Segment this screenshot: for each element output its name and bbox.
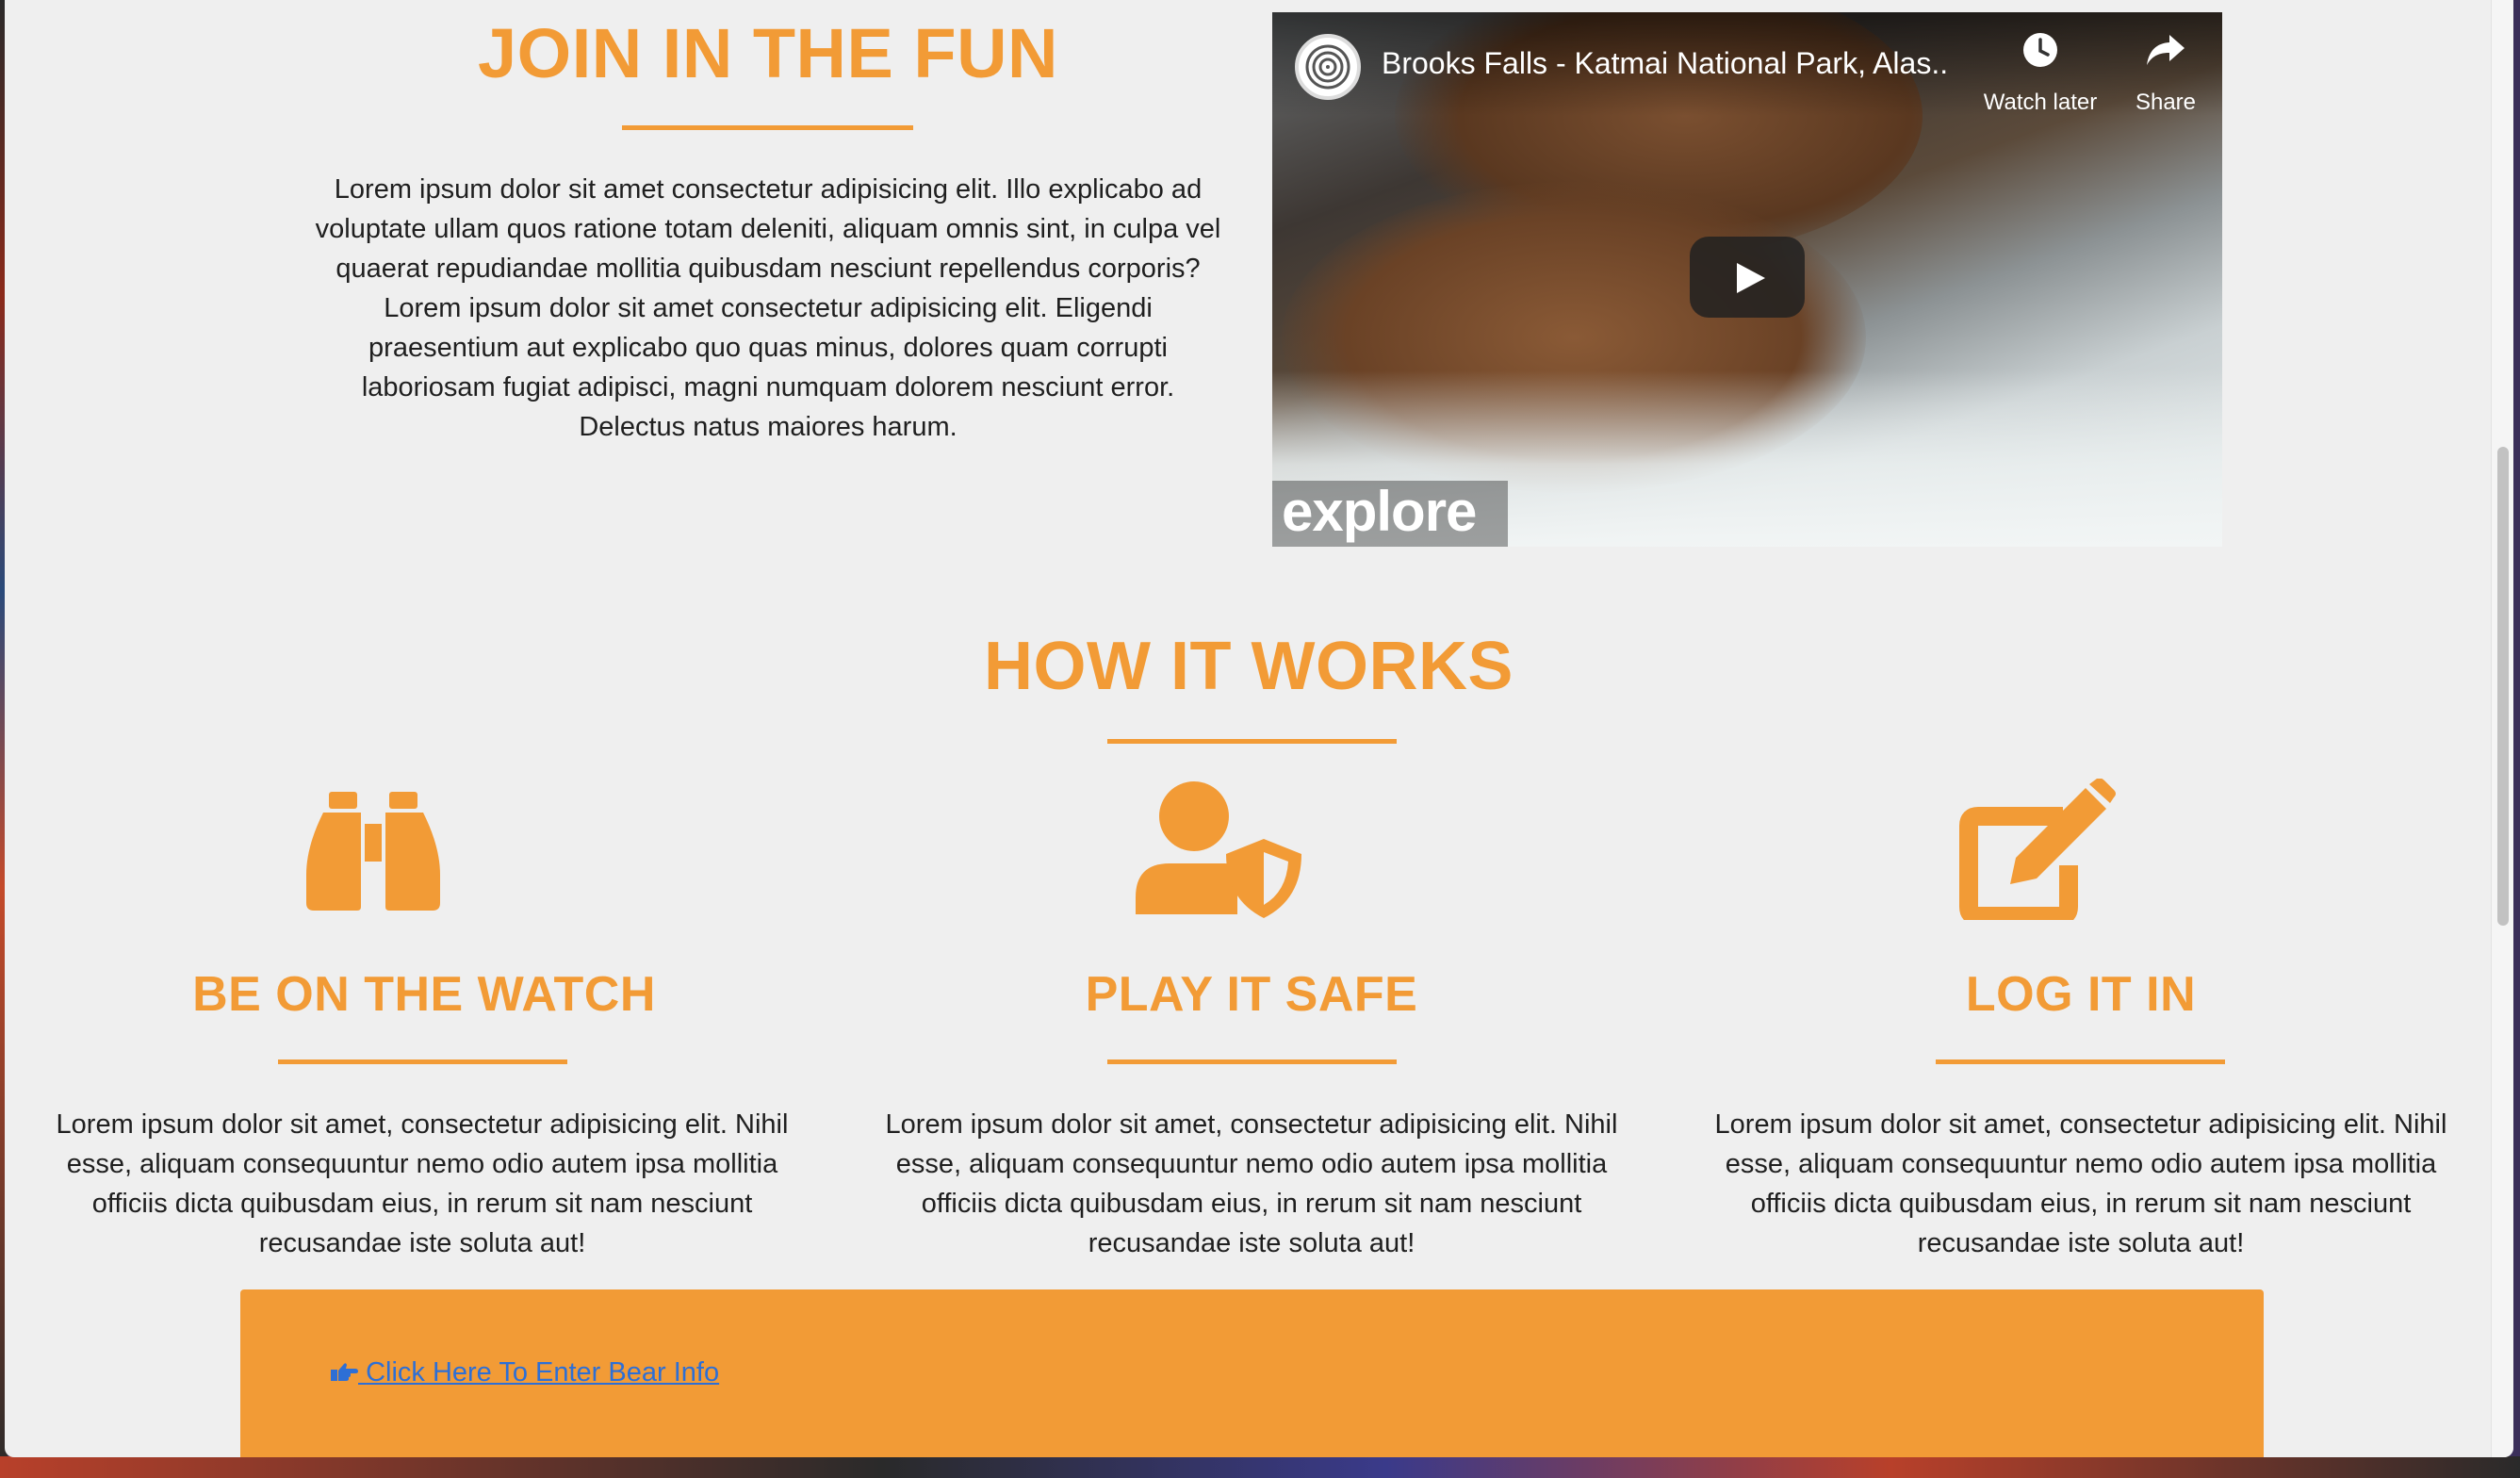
share-arrow-icon: [2100, 31, 2222, 78]
join-paragraph: Lorem ipsum dolor sit amet consectetur a…: [315, 174, 1221, 442]
channel-logo-icon: [1305, 44, 1350, 90]
share-button[interactable]: Share: [2100, 31, 2222, 116]
scrollbar-thumb[interactable]: [2497, 447, 2509, 926]
play-icon: [1737, 263, 1765, 293]
column-title: LOG IT IN: [1965, 967, 2197, 1022]
how-it-works-title: HOW IT WORKS: [984, 629, 1514, 704]
join-title: JOIN IN THE FUN: [478, 14, 1058, 92]
join-title-underline: [622, 125, 913, 130]
watch-later-button[interactable]: Watch later: [1974, 31, 2106, 116]
share-label: Share: [2135, 90, 2197, 115]
watch-later-label: Watch later: [1983, 90, 2098, 115]
how-it-works-underline: [1107, 739, 1397, 744]
vertical-scrollbar[interactable]: [2491, 0, 2513, 1457]
channel-avatar-icon[interactable]: [1295, 34, 1361, 100]
column-paragraph: Lorem ipsum dolor sit amet, consectetur …: [885, 1109, 1618, 1258]
user-shield-icon: [1134, 780, 1305, 925]
column-underline: [278, 1059, 567, 1064]
column-title: BE ON THE WATCH: [192, 967, 656, 1022]
column-paragraph: Lorem ipsum dolor sit amet, consectetur …: [56, 1109, 789, 1258]
hand-point-right-icon: [330, 1357, 366, 1388]
column-underline: [1936, 1059, 2225, 1064]
enter-bear-info-label: Click Here To Enter Bear Info: [366, 1357, 720, 1388]
clock-icon: [1974, 31, 2106, 78]
youtube-video-embed[interactable]: Brooks Falls - Katmai National Park, Ala…: [1272, 12, 2222, 547]
video-title[interactable]: Brooks Falls - Katmai National Park, Ala…: [1382, 46, 1947, 81]
play-button[interactable]: [1690, 237, 1805, 318]
enter-bear-info-link[interactable]: Click Here To Enter Bear Info: [330, 1357, 719, 1388]
column-paragraph: Lorem ipsum dolor sit amet, consectetur …: [1714, 1109, 2447, 1258]
explore-watermark: explore: [1272, 481, 1508, 547]
desktop-background-bottom: [0, 1456, 2520, 1478]
column-underline: [1107, 1059, 1397, 1064]
cta-banner: Click Here To Enter Bear Info: [240, 1289, 2264, 1457]
edit-icon: [1957, 778, 2119, 926]
binoculars-icon: [304, 790, 442, 917]
browser-page: JOIN IN THE FUN Lorem ipsum dolor sit am…: [5, 0, 2513, 1457]
column-title: PLAY IT SAFE: [1085, 967, 1418, 1022]
